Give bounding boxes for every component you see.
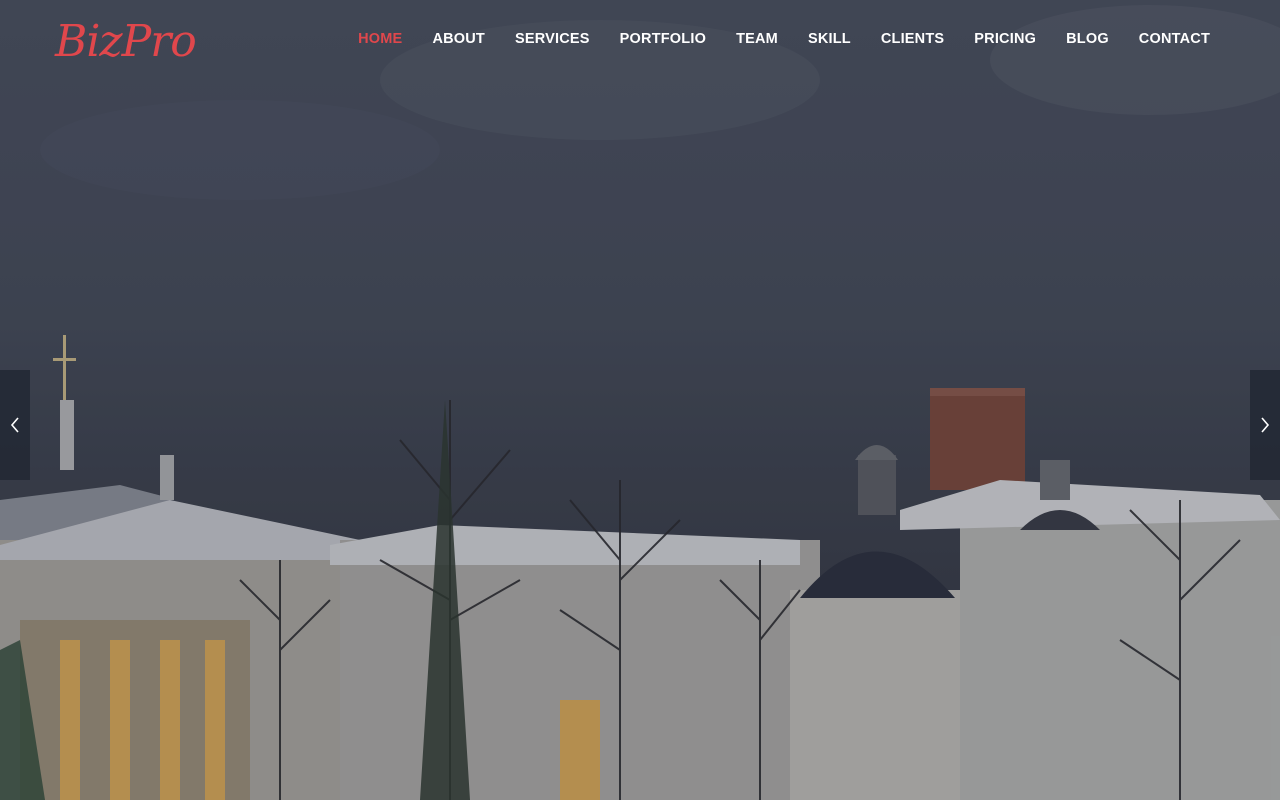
nav-link-portfolio[interactable]: PORTFOLIO [620, 31, 706, 47]
nav-link-pricing[interactable]: PRICING [974, 31, 1036, 47]
nav-item-about: ABOUT [432, 28, 485, 50]
hero-slider [0, 0, 1280, 800]
nav-item-contact: CONTACT [1139, 28, 1210, 50]
nav-item-home: HOME [358, 28, 402, 50]
nav-link-blog[interactable]: BLOG [1066, 31, 1109, 47]
nav-link-home[interactable]: HOME [358, 31, 402, 47]
nav-item-blog: BLOG [1066, 28, 1109, 50]
slider-next-button[interactable] [1250, 370, 1280, 480]
slider-prev-button[interactable] [0, 370, 30, 480]
nav-link-about[interactable]: ABOUT [432, 31, 485, 47]
hero-overlay [0, 0, 1280, 800]
chevron-right-icon [1261, 417, 1270, 433]
chevron-left-icon [10, 417, 19, 433]
nav-link-clients[interactable]: CLIENTS [881, 31, 944, 47]
nav-link-skill[interactable]: SKILL [808, 31, 851, 47]
site-logo[interactable]: BizPro [55, 14, 197, 70]
nav-item-pricing: PRICING [974, 28, 1036, 50]
nav-link-services[interactable]: SERVICES [515, 31, 590, 47]
main-menu: HOME ABOUT SERVICES PORTFOLIO TEAM SKILL… [358, 28, 1210, 50]
navbar: BizPro HOME ABOUT SERVICES PORTFOLIO TEA… [0, 0, 1280, 80]
nav-item-team: TEAM [736, 28, 778, 50]
nav-item-services: SERVICES [515, 28, 590, 50]
nav-item-skill: SKILL [808, 28, 851, 50]
nav-item-clients: CLIENTS [881, 28, 944, 50]
nav-item-portfolio: PORTFOLIO [620, 28, 706, 50]
nav-link-team[interactable]: TEAM [736, 31, 778, 47]
nav-link-contact[interactable]: CONTACT [1139, 31, 1210, 47]
